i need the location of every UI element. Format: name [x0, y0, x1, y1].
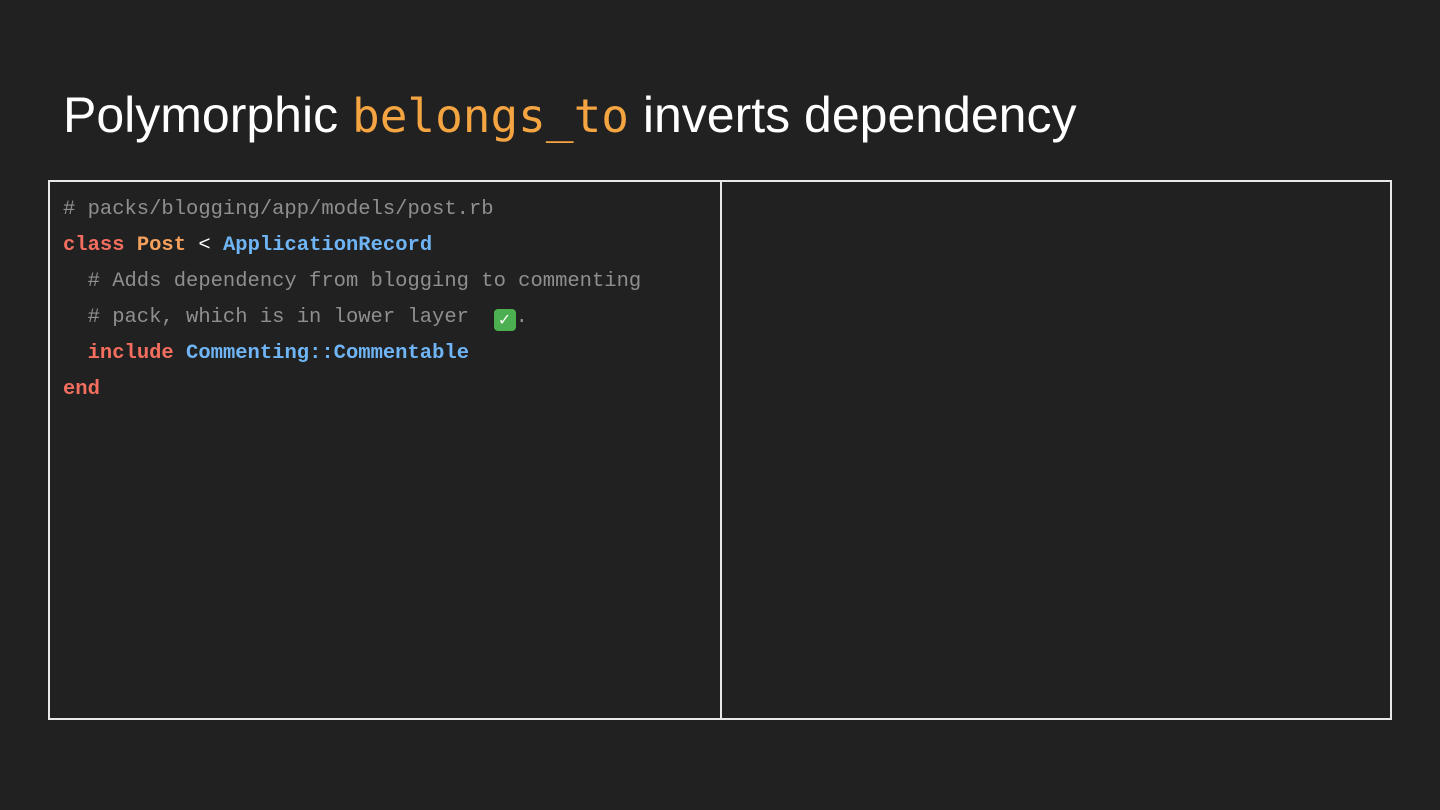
include-indent	[63, 342, 88, 365]
parent-class-application-record: ApplicationRecord	[222, 234, 433, 257]
code-line-end: end	[63, 372, 713, 408]
code-line-class-declaration: class Post < ApplicationRecord	[63, 228, 713, 264]
code-line-comment-2: # pack, which is in lower layer ✓.	[63, 300, 713, 336]
title-code-belongs-to: belongs_to	[352, 89, 629, 143]
dependency-comment-1: # Adds dependency from blogging to comme…	[63, 270, 642, 293]
check-mark-button-icon: ✓	[493, 309, 516, 331]
dependency-comment-2: # pack, which is in lower layer	[63, 306, 482, 329]
code-line-include: include Commenting::Commentable	[63, 336, 713, 372]
comment-period: .	[515, 306, 528, 329]
right-column-empty	[722, 182, 1390, 718]
two-column-table: # packs/blogging/app/models/post.rb clas…	[48, 180, 1392, 720]
code-line-file-path: # packs/blogging/app/models/post.rb	[63, 192, 713, 228]
class-keyword: class	[63, 234, 125, 257]
title-text-before: Polymorphic	[63, 87, 339, 143]
include-keyword: include	[87, 342, 174, 365]
commentable-module: Commenting::Commentable	[186, 342, 469, 365]
inherit-operator: <	[198, 234, 211, 257]
file-path-comment: # packs/blogging/app/models/post.rb	[63, 198, 494, 221]
title-text-after: inverts dependency	[642, 87, 1077, 143]
code-line-comment-1: # Adds dependency from blogging to comme…	[63, 264, 713, 300]
slide-title: Polymorphic belongs_to inverts dependenc…	[63, 84, 1077, 147]
end-keyword: end	[63, 378, 100, 401]
code-block-post-model: # packs/blogging/app/models/post.rb clas…	[63, 192, 713, 408]
class-name-post: Post	[136, 234, 187, 257]
